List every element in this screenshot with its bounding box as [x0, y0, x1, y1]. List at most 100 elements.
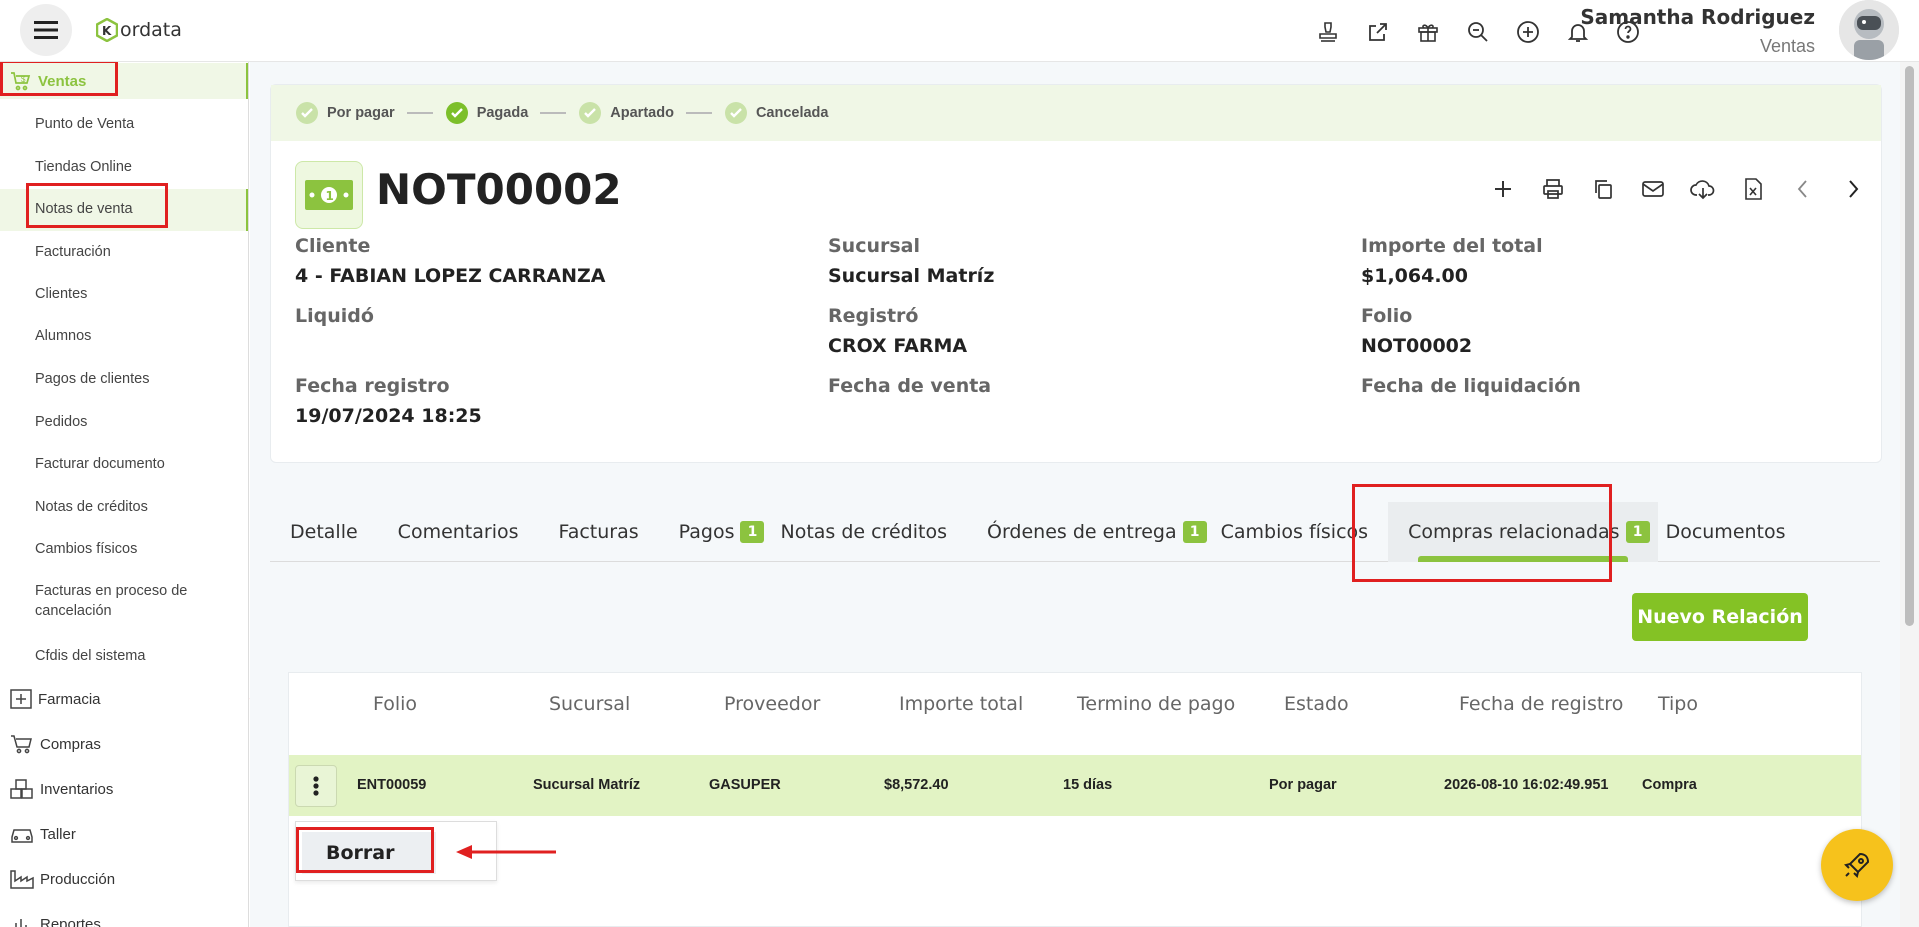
brand-name: ordata [120, 19, 182, 41]
download-button[interactable] [1685, 173, 1721, 205]
tab-cambios-fisicos[interactable]: Cambios físicos [1213, 502, 1388, 562]
stamp-button[interactable] [1310, 14, 1346, 50]
sidebar-reportes-label: Reportes [40, 915, 101, 927]
add-action-button[interactable] [1485, 173, 1521, 205]
tab-comentarios[interactable]: Comentarios [378, 502, 539, 562]
field-fecha-registro: Fecha registro 19/07/2024 18:25 [295, 375, 482, 427]
sidebar-section-reportes[interactable]: Reportes [0, 906, 101, 927]
sidebar-section-inventarios[interactable]: Inventarios [0, 771, 113, 807]
copy-icon [1595, 180, 1612, 199]
sidebar-item-facturacion[interactable]: Facturación [35, 242, 111, 262]
step-apartado[interactable]: Apartado [578, 101, 674, 125]
sidebar-item-cambios-fisicos[interactable]: Cambios físicos [35, 539, 137, 559]
car-icon [11, 829, 33, 843]
tab-detalle[interactable]: Detalle [270, 502, 378, 562]
search-zoom-button[interactable] [1460, 14, 1496, 50]
note-title: NOT00002 [376, 165, 622, 214]
sidebar-item-punto-de-venta[interactable]: Punto de Venta [35, 114, 134, 134]
sidebar-section-ventas[interactable]: $ Ventas [0, 63, 248, 99]
sidebar-inventarios-label: Inventarios [40, 780, 114, 798]
check-circle-icon [445, 102, 468, 124]
col-folio[interactable]: Folio [373, 693, 417, 715]
svg-text:$: $ [21, 75, 26, 84]
sidebar-item-clientes[interactable]: Clientes [35, 284, 87, 304]
user-role: Ventas [1759, 36, 1815, 56]
external-link-button[interactable] [1360, 14, 1396, 50]
sidebar-item-tiendas-online[interactable]: Tiendas Online [35, 157, 132, 177]
field-registro: Registró CROX FARMA [828, 305, 968, 357]
pharmacy-icon [10, 689, 32, 709]
col-importe[interactable]: Importe total [899, 693, 1023, 715]
sidebar-section-compras[interactable]: Compras [0, 726, 101, 762]
status-steps: Por pagar Pagada Apartado Cancelada [271, 85, 1881, 141]
sidebar-section-farmacia[interactable]: Farmacia [0, 681, 101, 717]
cell-tipo: Compra [1642, 777, 1697, 793]
tab-compras-relacionadas[interactable]: Compras relacionadas 1 [1388, 501, 1658, 562]
cell-termino: 15 días [1063, 777, 1113, 793]
col-sucursal[interactable]: Sucursal [549, 693, 630, 715]
delete-menu-item[interactable]: Borrar [302, 832, 436, 874]
sidebar-item-notas-de-venta[interactable]: Notas de venta [35, 199, 133, 219]
note-card: Por pagar Pagada Apartado Cancelada 1 NO… [270, 84, 1882, 463]
scrollbar-thumb[interactable] [1905, 66, 1914, 626]
gift-button[interactable] [1410, 14, 1446, 50]
sidebar-item-pedidos[interactable]: Pedidos [35, 412, 87, 432]
hamburger-icon [34, 21, 58, 39]
sidebar-item-facturas-cancelacion[interactable]: Facturas en proceso de cancelación [35, 581, 235, 621]
print-button[interactable] [1535, 173, 1571, 205]
sidebar-ventas-label: Ventas [38, 72, 87, 90]
add-button[interactable] [1510, 14, 1546, 50]
row-actions-button[interactable] [295, 765, 337, 807]
col-tipo[interactable]: Tipo [1658, 693, 1698, 715]
col-termino[interactable]: Termino de pago [1077, 693, 1235, 715]
prev-button[interactable] [1785, 173, 1821, 205]
tab-pagos[interactable]: Pagos 1 [659, 502, 773, 562]
sidebar-item-notas-de-creditos[interactable]: Notas de créditos [35, 497, 148, 517]
sidebar-produccion-label: Producción [40, 870, 116, 888]
tab-ordenes-entrega[interactable]: Órdenes de entrega 1 [967, 502, 1213, 562]
tab-documentos[interactable]: Documentos [1658, 502, 1806, 562]
field-cliente: Cliente 4 - FABIAN LOPEZ CARRANZA [295, 235, 606, 287]
cell-sucursal: Sucursal Matríz [533, 777, 641, 793]
sidebar-item-facturar-documento[interactable]: Facturar documento [35, 454, 165, 474]
excel-button[interactable] [1735, 173, 1771, 205]
money-badge: 1 [295, 161, 363, 229]
rocket-fab-button[interactable] [1821, 829, 1893, 901]
tab-facturas[interactable]: Facturas [539, 502, 659, 562]
kebab-menu-icon [313, 776, 319, 796]
col-fecha[interactable]: Fecha de registro [1459, 693, 1623, 715]
stamp-icon [1319, 22, 1337, 42]
rocket-icon [1844, 852, 1870, 878]
sidebar-item-cfdis[interactable]: Cfdis del sistema [35, 646, 145, 666]
menu-toggle-button[interactable] [20, 4, 72, 56]
sidebar-item-pagos-de-clientes[interactable]: Pagos de clientes [35, 369, 149, 389]
step-cancelada[interactable]: Cancelada [724, 101, 828, 125]
col-proveedor[interactable]: Proveedor [724, 693, 820, 715]
cart-dollar-icon: $ [11, 72, 31, 91]
field-importe: Importe del total $1,064.00 [1361, 235, 1543, 287]
field-folio: Folio NOT00002 [1361, 305, 1473, 357]
envelope-icon [1642, 181, 1664, 197]
factory-icon [10, 870, 34, 889]
step-por-pagar[interactable]: Por pagar [295, 101, 395, 125]
chevron-left-icon [1797, 180, 1807, 198]
col-estado[interactable]: Estado [1284, 693, 1349, 715]
next-button[interactable] [1835, 173, 1871, 205]
sidebar-section-produccion[interactable]: Producción [0, 861, 115, 897]
check-circle-icon [724, 102, 747, 124]
user-avatar[interactable] [1839, 0, 1899, 60]
step-pagada[interactable]: Pagada [445, 101, 528, 125]
table-row[interactable]: ENT00059 Sucursal Matríz GASUPER $8,572.… [289, 755, 1861, 816]
page-scrollbar[interactable] [1900, 62, 1919, 927]
sidebar-item-alumnos[interactable]: Alumnos [35, 326, 91, 346]
copy-button[interactable] [1585, 173, 1621, 205]
sidebar-section-taller[interactable]: Taller [0, 816, 76, 852]
brand-logo[interactable]: K ordata [96, 18, 182, 42]
printer-icon [1543, 179, 1563, 199]
field-fecha-liquidacion: Fecha de liquidación [1361, 375, 1581, 397]
user-name[interactable]: Samantha Rodriguez [1580, 5, 1815, 29]
tab-notas-creditos[interactable]: Notas de créditos [772, 502, 967, 562]
new-relation-button[interactable]: Nuevo Relación [1632, 593, 1808, 641]
search-zoom-icon [1468, 22, 1488, 42]
email-button[interactable] [1635, 173, 1671, 205]
